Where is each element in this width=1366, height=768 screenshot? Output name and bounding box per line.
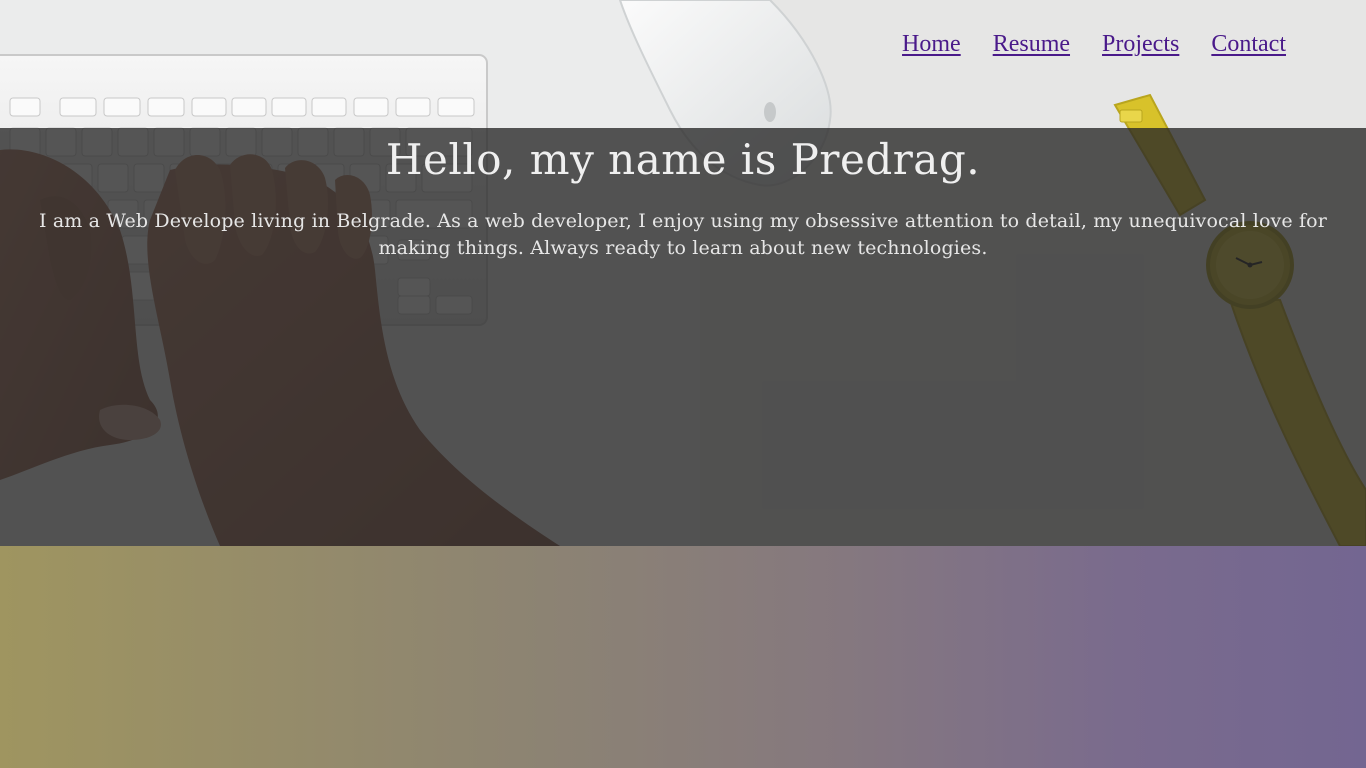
nav-link-projects[interactable]: Projects [1102,30,1179,59]
hero-title: Hello, my name is Predrag. [385,135,981,184]
hero-subtitle: I am a Web Develope living in Belgrade. … [38,210,1328,259]
top-navigation: Home Resume Projects Contact [902,30,1286,59]
nav-link-home[interactable]: Home [902,30,961,59]
gradient-section [0,546,1366,768]
nav-link-contact[interactable]: Contact [1211,30,1286,59]
hero-section: Home Resume Projects Contact Hello, my n… [0,0,1366,546]
hero-text-block: Hello, my name is Predrag. I am a Web De… [0,128,1366,262]
nav-link-resume[interactable]: Resume [993,30,1070,59]
